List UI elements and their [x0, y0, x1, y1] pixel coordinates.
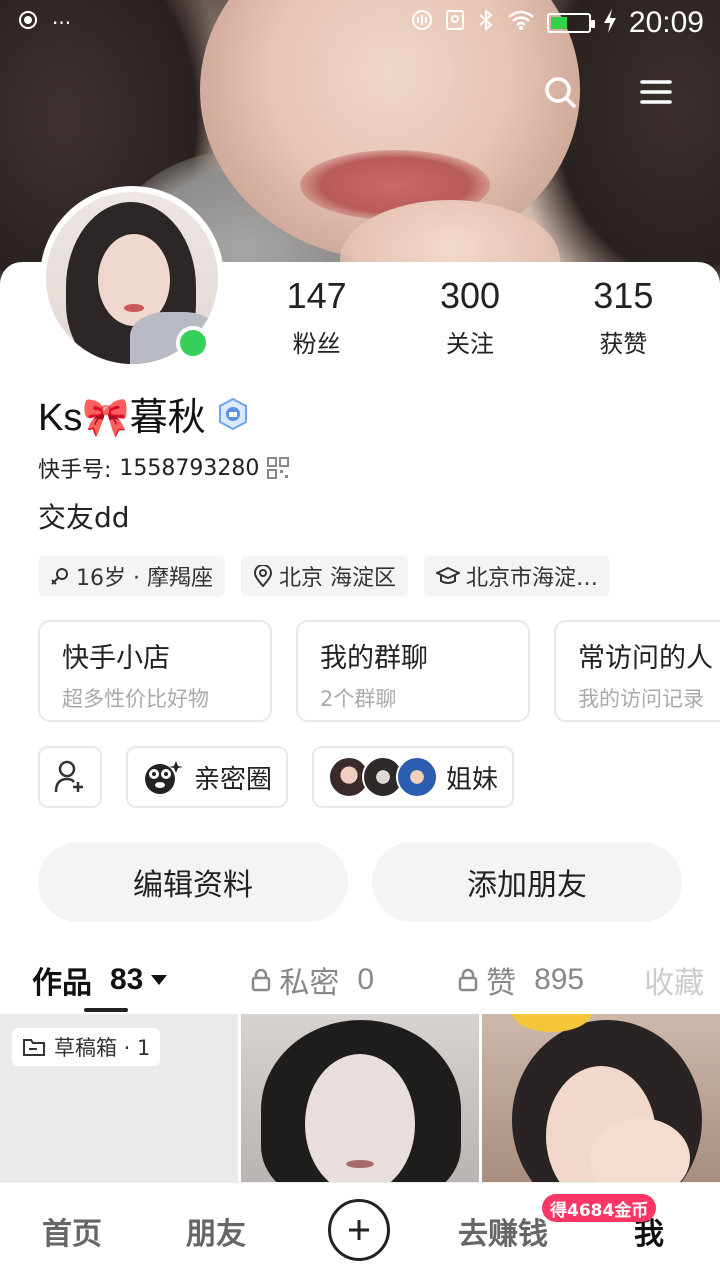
add-user-icon [54, 760, 83, 793]
frequent-visitors-card-title: 常访问的人 [578, 643, 713, 674]
likes-count: 315 [593, 275, 654, 316]
following-count: 300 [439, 275, 501, 316]
member-avatar [396, 756, 439, 798]
intimate-circle-button[interactable]: 亲密圈 [126, 746, 289, 808]
content-tabs: 作品 83 私密 0 赞 895 收藏 [32, 950, 720, 1010]
followers-label: 粉丝 [292, 330, 341, 358]
age-zodiac-text: 16岁 · 摩羯座 [76, 566, 213, 591]
record-icon [18, 10, 38, 35]
tab-private-label: 私密 [279, 966, 340, 1001]
stats-row: 147 粉丝 300 关注 315 获赞 [240, 276, 700, 359]
lock-icon [252, 968, 271, 992]
edit-profile-button[interactable]: 编辑资料 [38, 842, 348, 922]
menu-button[interactable] [632, 68, 680, 116]
plus-icon [349, 1220, 369, 1240]
caret-down-icon [151, 975, 168, 985]
kuaishou-id-label: 快手号: [38, 458, 112, 483]
tab-works-label: 作品 [32, 966, 92, 1001]
search-button[interactable] [536, 68, 584, 116]
folder-icon [23, 1039, 45, 1056]
active-tab-indicator [84, 1008, 128, 1012]
drafts-label: 草稿箱 · 1 [54, 1036, 151, 1060]
nav-earn[interactable]: 去赚钱 [458, 1209, 548, 1253]
shop-card-title: 快手小店 [62, 643, 170, 674]
tab-favorites-label: 收藏 [644, 966, 705, 1001]
school-text: 北京市海淀… [465, 566, 598, 591]
tab-favorites[interactable]: 收藏 [644, 958, 704, 1002]
likes-label: 获赞 [599, 330, 648, 358]
vibrate-icon [411, 9, 433, 37]
drafts-cell[interactable]: 草稿箱 · 1 [0, 1014, 238, 1184]
frequent-visitors-card[interactable]: 常访问的人 我的访问记录 [554, 620, 720, 722]
display-name: Ks🎀暮秋 [38, 397, 206, 439]
tab-private-count: 0 [357, 963, 375, 996]
school-cap-icon [435, 566, 460, 584]
intimate-circle-label: 亲密圈 [194, 764, 273, 795]
more-notifications-icon: ··· [52, 10, 72, 35]
shop-card-subtitle: 超多性价比好物 [62, 687, 209, 711]
shop-card[interactable]: 快手小店 超多性价比好物 [38, 620, 272, 722]
tab-works-count: 83 [110, 963, 144, 996]
nav-friends[interactable]: 朋友 [186, 1209, 246, 1253]
tab-likes[interactable]: 赞 895 [458, 958, 584, 1002]
charging-icon [603, 9, 617, 37]
likes-stat[interactable]: 315 获赞 [547, 276, 700, 359]
following-stat[interactable]: 300 关注 [393, 276, 546, 359]
followers-count: 147 [286, 275, 347, 316]
battery-icon [546, 13, 595, 33]
video-thumbnail[interactable] [482, 1014, 720, 1184]
intimate-circle-icon [145, 761, 183, 794]
sisters-group-button[interactable]: 姐妹 [312, 746, 515, 808]
add-friend-button[interactable]: 添加朋友 [372, 842, 682, 922]
age-zodiac-tag[interactable]: 16岁 · 摩羯座 [38, 556, 225, 596]
status-bar: ··· 20:09 [0, 0, 720, 48]
profile-actions: 编辑资料 添加朋友 [38, 842, 682, 922]
bio-text[interactable]: 交友dd [38, 496, 130, 536]
works-grid: 草稿箱 · 1 [0, 1014, 720, 1184]
nfc-icon [445, 9, 465, 37]
tab-works[interactable]: 作品 83 [32, 958, 168, 1002]
sisters-group-label: 姐妹 [446, 764, 499, 795]
following-label: 关注 [445, 330, 494, 358]
location-tag[interactable]: 北京 海淀区 [240, 556, 408, 596]
kuaishou-id-value: 1558793280 [119, 455, 260, 481]
hamburger-menu-icon [640, 80, 672, 104]
qr-code-icon[interactable] [267, 457, 290, 479]
name-row: Ks🎀暮秋 [38, 386, 250, 441]
tab-likes-count: 895 [534, 963, 585, 996]
social-row: 亲密圈 姐妹 [38, 746, 515, 808]
bluetooth-icon [477, 8, 495, 38]
search-icon [545, 77, 576, 108]
profile-tags: 16岁 · 摩羯座 北京 海淀区 北京市海淀… [38, 556, 610, 596]
frequent-visitors-card-subtitle: 我的访问记录 [578, 687, 704, 711]
school-tag[interactable]: 北京市海淀… [423, 556, 610, 596]
feature-cards: 快手小店 超多性价比好物 我的群聊 2个群聊 常访问的人 我的访问记录 [38, 620, 720, 722]
video-thumbnail[interactable] [241, 1014, 479, 1184]
wifi-icon [507, 9, 535, 37]
add-contact-button[interactable] [38, 746, 102, 808]
earn-coin-badge: 得4684金币 [542, 1194, 657, 1222]
top-actions [536, 68, 680, 116]
clock: 20:09 [628, 6, 704, 39]
kuaishou-id-row[interactable]: 快手号: 1558793280 [38, 452, 290, 484]
nav-home[interactable]: 首页 [42, 1209, 102, 1253]
followers-stat[interactable]: 147 粉丝 [240, 276, 393, 359]
location-pin-icon [253, 565, 272, 587]
group-chat-card[interactable]: 我的群聊 2个群聊 [296, 620, 530, 722]
lock-icon [458, 968, 478, 992]
tab-private[interactable]: 私密 0 [251, 958, 374, 1002]
location-text: 北京 海淀区 [278, 566, 396, 591]
drafts-badge: 草稿箱 · 1 [12, 1028, 161, 1066]
group-chat-card-title: 我的群聊 [320, 643, 428, 674]
create-button[interactable] [328, 1199, 390, 1261]
tab-likes-label: 赞 [486, 966, 517, 1001]
group-chat-card-subtitle: 2个群聊 [320, 687, 397, 711]
online-status-dot [176, 326, 210, 360]
verified-badge-icon[interactable] [216, 397, 250, 431]
gender-female-icon [51, 568, 68, 585]
